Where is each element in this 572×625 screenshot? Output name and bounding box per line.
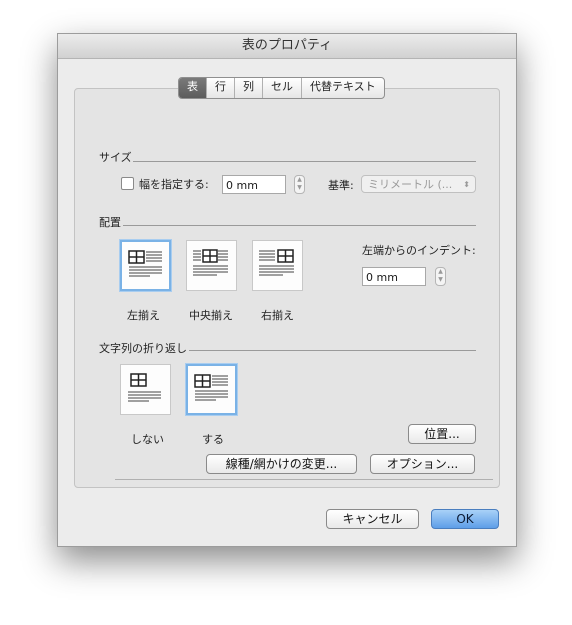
position-button[interactable]: 位置... bbox=[408, 424, 476, 444]
wrap-around-label: する bbox=[202, 433, 224, 446]
indent-field[interactable]: 0 mm bbox=[362, 267, 426, 286]
specify-width-checkbox[interactable] bbox=[121, 177, 134, 190]
table-align-left-icon bbox=[128, 250, 162, 277]
size-section-label: サイズ bbox=[99, 151, 132, 164]
align-center-label: 中央揃え bbox=[189, 309, 233, 322]
align-center-button[interactable] bbox=[186, 240, 237, 291]
tab-row[interactable]: 行 bbox=[206, 78, 234, 98]
table-align-right-icon bbox=[259, 249, 294, 276]
tab-alt-text[interactable]: 代替テキスト bbox=[301, 78, 384, 98]
wrap-none-button[interactable] bbox=[120, 364, 171, 415]
tab-cell[interactable]: セル bbox=[262, 78, 301, 98]
alignment-section-label: 配置 bbox=[99, 216, 121, 229]
table-properties-dialog: 表のプロパティ 表 行 列 セル 代替テキスト サイズ 幅を指定する: 0 mm… bbox=[57, 33, 517, 547]
wrap-none-label: しない bbox=[131, 433, 164, 446]
indent-label: 左端からのインデント: bbox=[362, 244, 476, 257]
align-right-button[interactable] bbox=[252, 240, 303, 291]
align-left-label: 左揃え bbox=[127, 309, 160, 322]
cancel-button[interactable]: キャンセル bbox=[326, 509, 419, 529]
align-right-label: 右揃え bbox=[261, 309, 294, 322]
tab-table[interactable]: 表 bbox=[179, 78, 206, 98]
size-divider bbox=[133, 161, 476, 162]
align-left-button[interactable] bbox=[120, 240, 171, 291]
bottom-divider bbox=[115, 479, 493, 480]
tab-bar: 表 行 列 セル 代替テキスト bbox=[178, 77, 385, 99]
basis-select[interactable]: ミリメートル (... ⬍ bbox=[361, 175, 476, 193]
width-stepper[interactable]: ▲ ▼ bbox=[294, 175, 305, 194]
ok-button[interactable]: OK bbox=[431, 509, 499, 529]
select-arrows-icon: ⬍ bbox=[463, 180, 470, 189]
basis-label: 基準: bbox=[328, 179, 354, 192]
tab-panel: サイズ 幅を指定する: 0 mm ▲ ▼ 基準: ミリメートル (... ⬍ 配置 bbox=[74, 88, 500, 488]
wrapping-section-label: 文字列の折り返し bbox=[99, 342, 187, 355]
indent-stepper[interactable]: ▲ ▼ bbox=[435, 267, 446, 286]
borders-shading-button[interactable]: 線種/網かけの変更... bbox=[206, 454, 357, 474]
basis-select-value: ミリメートル (... bbox=[368, 178, 453, 191]
width-field[interactable]: 0 mm bbox=[222, 175, 286, 194]
wrap-around-icon bbox=[194, 374, 228, 401]
table-align-center-icon bbox=[193, 249, 228, 276]
wrap-none-icon bbox=[128, 373, 161, 402]
tab-column[interactable]: 列 bbox=[234, 78, 262, 98]
wrap-around-button[interactable] bbox=[186, 364, 237, 415]
dialog-title: 表のプロパティ bbox=[58, 34, 516, 59]
wrapping-divider bbox=[189, 350, 476, 351]
alignment-divider bbox=[123, 225, 476, 226]
options-button[interactable]: オプション... bbox=[370, 454, 475, 474]
specify-width-label: 幅を指定する: bbox=[139, 178, 209, 191]
